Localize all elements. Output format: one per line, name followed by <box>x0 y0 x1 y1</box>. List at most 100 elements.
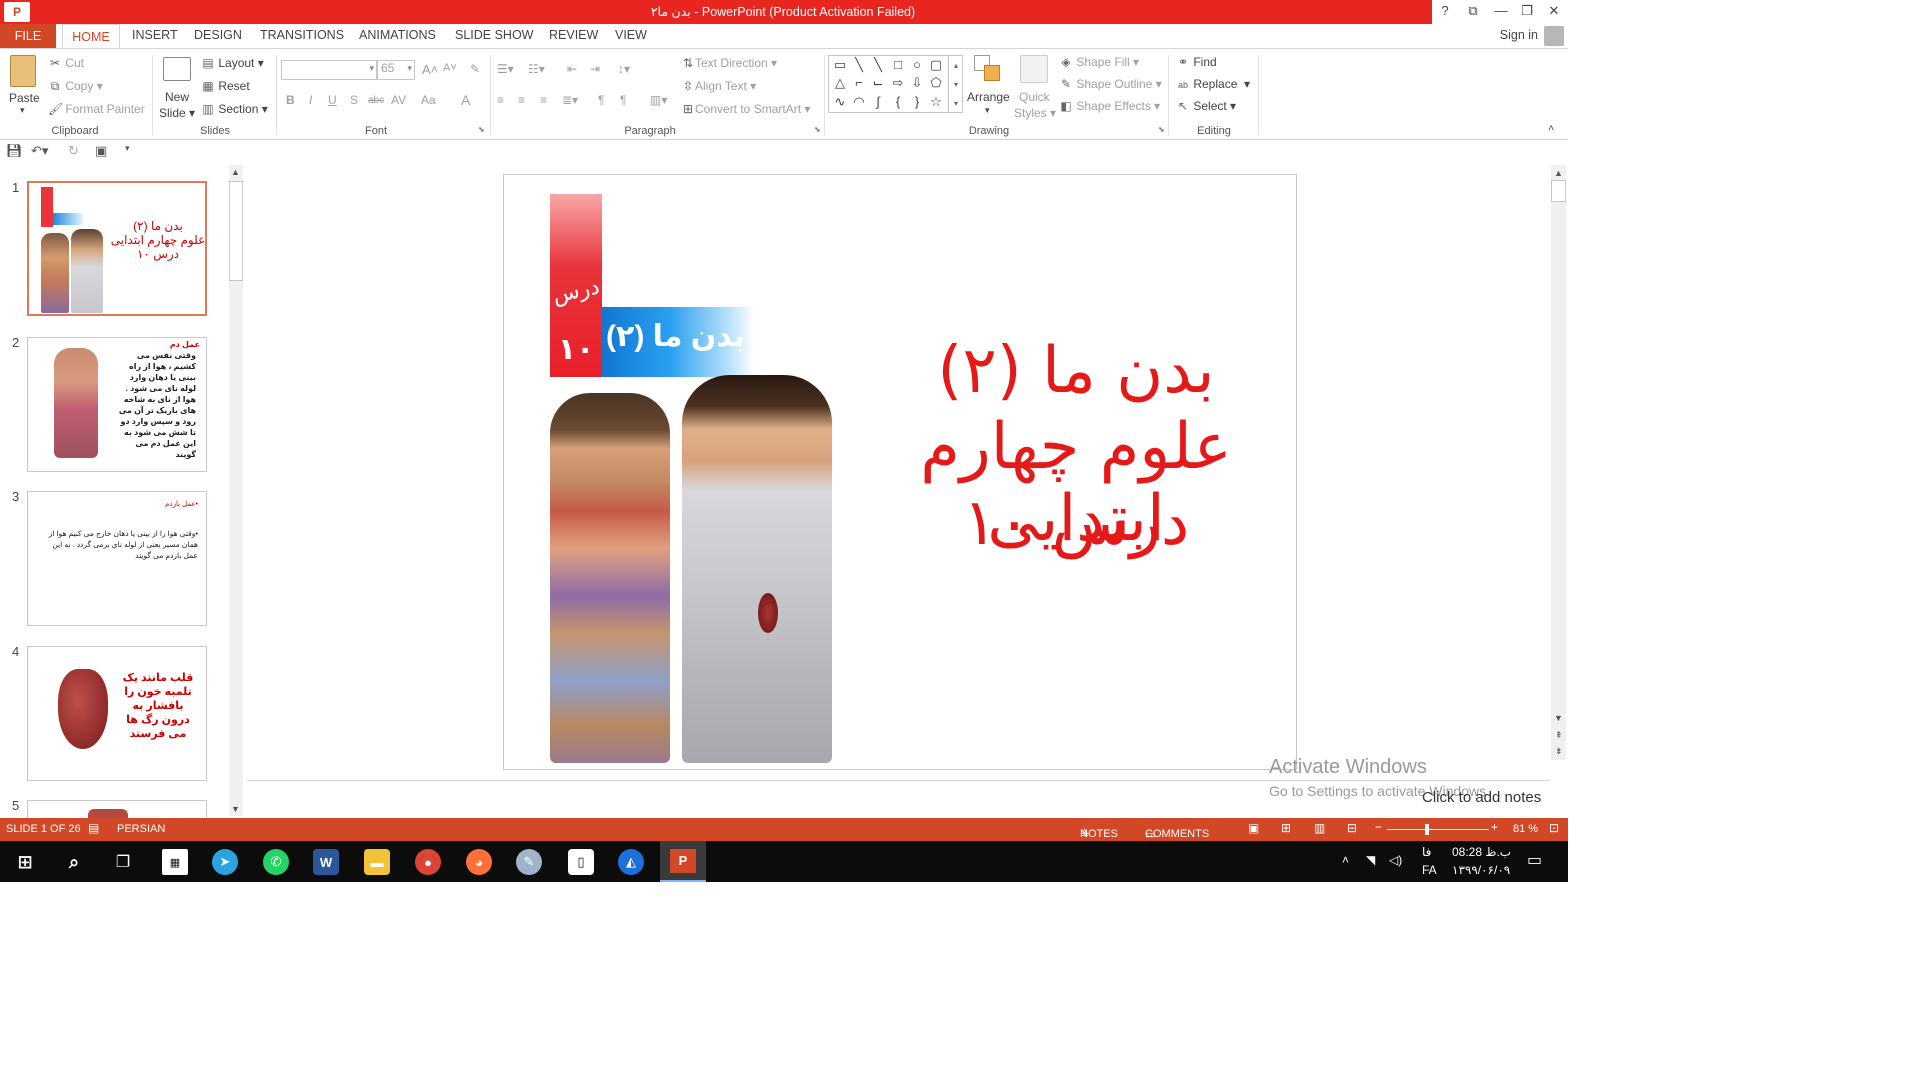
shape-effects-button[interactable]: ◧ Shape Effects ▾ <box>1059 99 1160 113</box>
slide-sorter-icon[interactable]: ⊞ <box>1281 821 1291 835</box>
arrange-icon[interactable] <box>974 55 1002 83</box>
slide-thumbnail-2[interactable]: عمل دم وقتی نفس می کشیم ، هوا از راه بین… <box>27 337 207 472</box>
avatar[interactable] <box>1544 26 1564 46</box>
notes-placeholder[interactable]: Click to add notes <box>1422 789 1541 806</box>
textbox-shape-icon[interactable]: ▭ <box>831 57 849 73</box>
tab-transitions[interactable]: TRANSITIONS <box>260 28 344 42</box>
file-explorer-icon[interactable]: ▬ <box>364 849 390 875</box>
help-icon[interactable]: ? <box>1434 3 1456 18</box>
select-button[interactable]: ↖ Select ▾ <box>1176 99 1236 113</box>
tab-view[interactable]: VIEW <box>615 28 647 42</box>
ltr-direction-icon[interactable]: ¶ <box>598 93 604 107</box>
drawing-dialog-launcher-icon[interactable]: ⬊ <box>1158 125 1165 134</box>
show-hidden-icons-icon[interactable]: ˄ <box>1342 853 1349 867</box>
paste-dropdown-icon[interactable]: ▾ <box>20 105 25 116</box>
text-direction-button[interactable]: ⇅ Text Direction ▾ <box>681 56 777 70</box>
section-button[interactable]: ▥ Section ▾ <box>201 102 267 116</box>
slide-thumbnail-5[interactable] <box>27 800 207 820</box>
font-color-button[interactable]: A <box>461 92 470 108</box>
elbow-arrow-shape-icon[interactable]: ⌙ <box>869 75 887 91</box>
slide-thumbnail-4[interactable]: قلب مانند یک تلمبه خون را بافشار به درون… <box>27 646 207 781</box>
volume-icon[interactable]: ◁) <box>1389 853 1402 867</box>
word-icon[interactable]: W <box>313 849 339 875</box>
calculator-icon[interactable]: ▦ <box>162 849 188 875</box>
reading-view-icon[interactable]: ▥ <box>1314 821 1325 835</box>
chrome-icon[interactable]: ● <box>415 849 441 875</box>
zoom-in-icon[interactable]: + <box>1491 820 1498 834</box>
new-slide-icon[interactable] <box>163 57 191 81</box>
curve-shape-icon[interactable]: ∫ <box>869 94 887 109</box>
spell-check-icon[interactable]: ▤ <box>88 821 99 835</box>
left-brace-shape-icon[interactable]: { <box>889 94 907 109</box>
cut-button[interactable]: ✂ Cut <box>48 56 84 70</box>
down-arrow-shape-icon[interactable]: ⇩ <box>908 75 926 91</box>
slide-title-line-1[interactable]: بدن ما (۲) <box>856 335 1296 407</box>
tab-slide-show[interactable]: SLIDE SHOW <box>455 28 534 42</box>
previous-slide-icon[interactable]: ⇞ <box>1555 730 1563 741</box>
slide-canvas[interactable]: درس ۱۰ بدن ما (۲) بدن ما (۲) علوم چهارم … <box>503 174 1297 770</box>
convert-smartart-button[interactable]: ⊞ Convert to SmartArt ▾ <box>681 102 810 116</box>
powerpoint-taskbar-button[interactable]: P <box>660 841 706 882</box>
rectangle-shape-icon[interactable]: □ <box>889 57 907 72</box>
quick-styles-icon[interactable] <box>1020 55 1048 83</box>
language-alt-label[interactable]: فا <box>1422 845 1431 859</box>
collapse-ribbon-icon[interactable]: ˄ <box>1548 123 1554 135</box>
zoom-slider[interactable] <box>1387 829 1489 830</box>
paste-icon[interactable] <box>10 55 36 87</box>
tab-file[interactable]: FILE <box>0 24 56 48</box>
grow-font-icon[interactable]: A˄ <box>422 62 438 77</box>
zoom-level[interactable]: 81 % <box>1513 823 1538 835</box>
align-left-icon[interactable]: ≡ <box>497 93 504 107</box>
windows-start-icon[interactable]: ⊞ <box>12 849 38 875</box>
rtl-direction-icon[interactable]: ¶ <box>620 93 626 107</box>
clock-date[interactable]: ۱۳۹۹/۰۶/۰۹ <box>1452 863 1510 877</box>
task-view-icon[interactable]: ❐ <box>110 849 136 875</box>
reset-button[interactable]: ▦ Reset <box>201 79 249 93</box>
slide-show-icon[interactable]: ⊟ <box>1347 821 1357 835</box>
justify-icon[interactable]: ≣▾ <box>562 93 578 107</box>
flowchart-shape-icon[interactable]: ⬠ <box>927 75 945 91</box>
slide-scroll-thumb[interactable] <box>1551 180 1566 202</box>
star-shape-icon[interactable]: ☆ <box>927 94 945 110</box>
firefox-icon[interactable]: ◕ <box>466 849 492 875</box>
oval-shape-icon[interactable]: ○ <box>908 57 926 72</box>
thumbnails-scroll-thumb[interactable] <box>229 181 243 281</box>
undo-icon[interactable]: ↶▾ <box>31 143 48 159</box>
scroll-up-icon[interactable]: ▲ <box>1554 168 1563 178</box>
paint-icon[interactable]: ✎ <box>516 849 542 875</box>
freeform-shape-icon[interactable]: ∿ <box>831 94 849 110</box>
layout-button[interactable]: ▤ Layout ▾ <box>201 56 263 70</box>
chevron-down-icon[interactable]: ▾ <box>369 63 374 74</box>
italic-button[interactable]: I <box>309 93 312 107</box>
clock-time[interactable]: 08:28 ب.ظ <box>1452 845 1511 859</box>
ribbon-display-options-icon[interactable]: ⧉ <box>1462 3 1484 19</box>
numbering-icon[interactable]: ☷▾ <box>528 62 545 76</box>
arrange-dropdown-icon[interactable]: ▾ <box>985 105 990 116</box>
wifi-icon[interactable]: ◥ <box>1366 853 1375 867</box>
fit-to-window-icon[interactable]: ⊡ <box>1549 821 1559 835</box>
slide-title-line-3[interactable]: درس ۱۰ <box>856 487 1296 559</box>
replace-button[interactable]: ab Replace ▾ <box>1176 77 1250 91</box>
arrange-button[interactable]: Arrange <box>967 90 1010 104</box>
rounded-rectangle-shape-icon[interactable]: ▢ <box>927 57 945 73</box>
restore-button[interactable]: ❐ <box>1516 3 1538 19</box>
app-icon[interactable]: ◭ <box>618 849 644 875</box>
next-slide-icon[interactable]: ⇟ <box>1555 746 1563 757</box>
line-spacing-icon[interactable]: ↕▾ <box>618 62 630 76</box>
customize-qat-icon[interactable]: ▾ <box>125 143 130 154</box>
arrow-line-shape-icon[interactable]: ╲ <box>869 57 887 73</box>
right-brace-shape-icon[interactable]: } <box>908 94 926 109</box>
shape-fill-button[interactable]: ◈ Shape Fill ▾ <box>1059 55 1139 69</box>
underline-button[interactable]: U <box>328 93 337 107</box>
scroll-down-icon[interactable]: ▼ <box>1554 713 1563 723</box>
paste-button[interactable]: Paste <box>9 91 40 105</box>
zoom-out-icon[interactable]: − <box>1375 820 1382 834</box>
line-shape-icon[interactable]: ╲ <box>850 57 868 73</box>
slide-thumbnail-3[interactable]: •عمل بازدم •وقتی هوا را از بینی یا دهان … <box>27 491 207 626</box>
tab-design[interactable]: DESIGN <box>194 28 242 42</box>
chevron-down-icon[interactable]: ▾ <box>407 63 412 74</box>
telegram-icon[interactable]: ➤ <box>212 849 238 875</box>
quick-styles-label-1[interactable]: Quick <box>1019 90 1050 104</box>
zoom-slider-thumb[interactable] <box>1425 824 1429 835</box>
sign-in-link[interactable]: Sign in <box>1500 28 1538 42</box>
